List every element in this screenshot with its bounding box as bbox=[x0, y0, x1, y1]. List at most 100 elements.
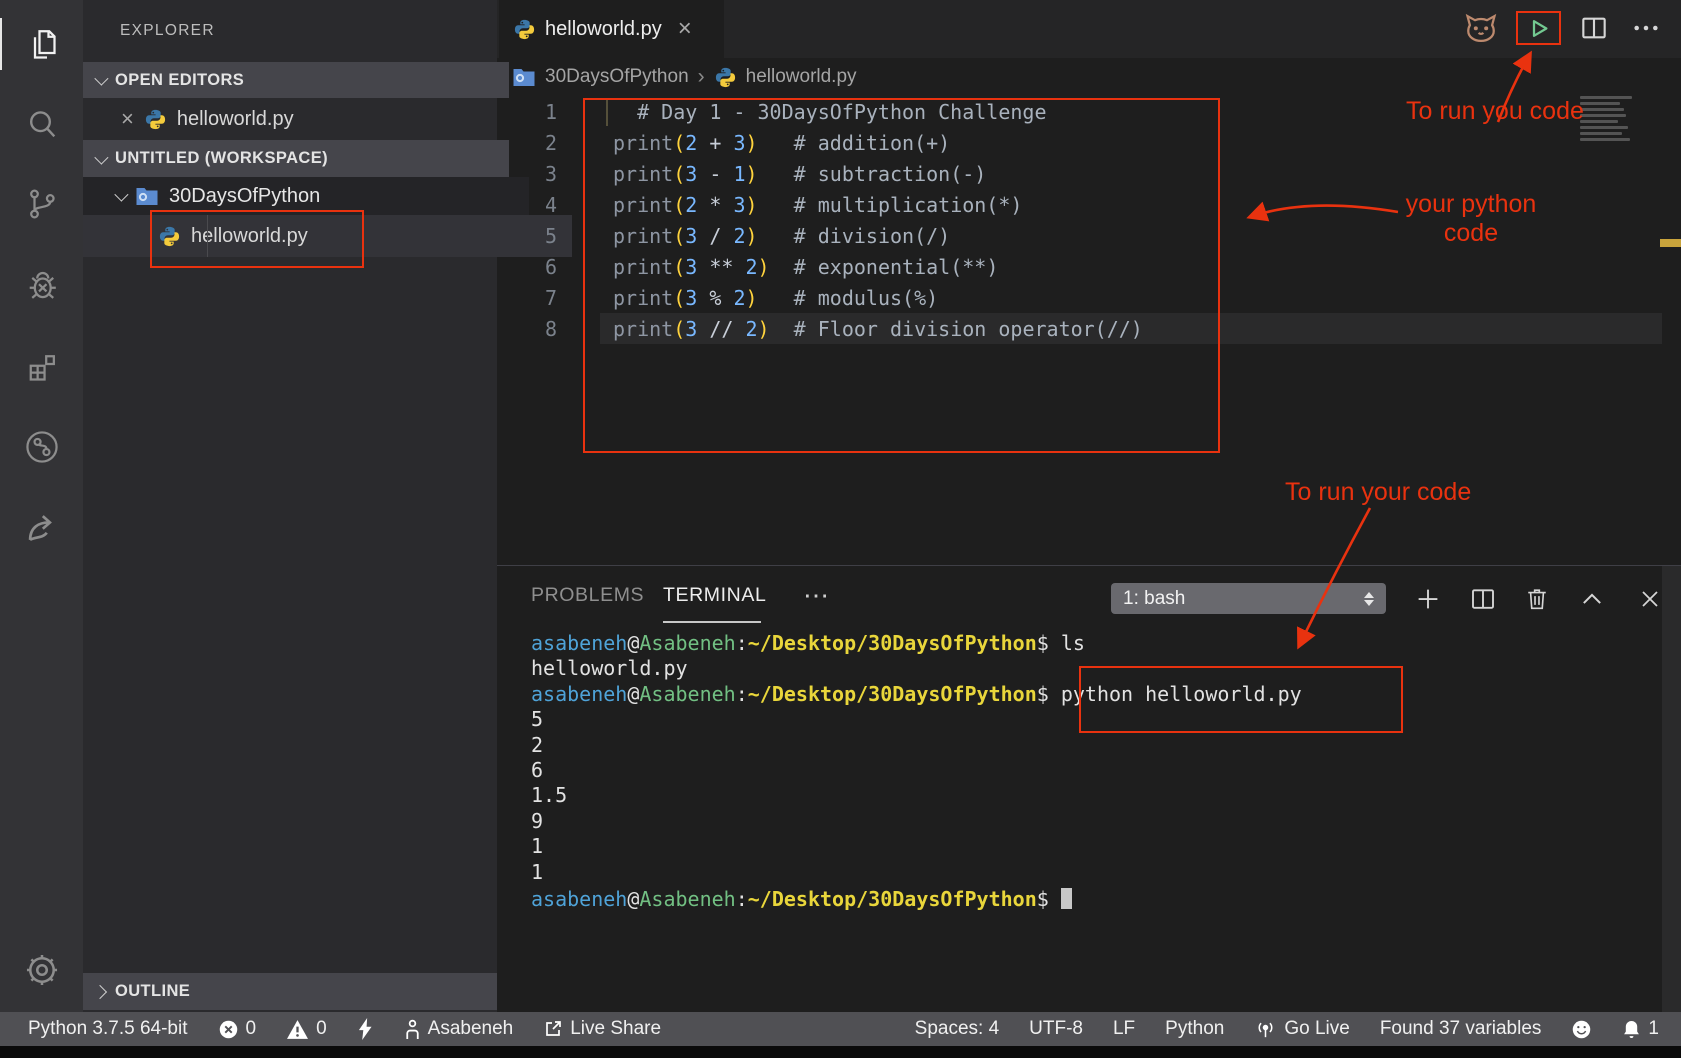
editor-tab-bar: helloworld.py × bbox=[497, 0, 1681, 58]
outline-section-header[interactable]: OUTLINE bbox=[83, 973, 509, 1010]
activity-bar bbox=[0, 0, 83, 1012]
code-line: print(3 // 2) # Floor division operator(… bbox=[613, 314, 1143, 345]
smiley-icon bbox=[1571, 1019, 1592, 1040]
tab-label: helloworld.py bbox=[545, 18, 662, 41]
minimap[interactable] bbox=[1580, 96, 1646, 144]
run-icon bbox=[1525, 15, 1552, 42]
status-item-smiley-icon[interactable] bbox=[1571, 1019, 1592, 1040]
split-editor-icon[interactable] bbox=[1574, 8, 1614, 48]
run-code-button[interactable] bbox=[1516, 11, 1561, 45]
annotation-run-bottom: To run your code bbox=[1285, 478, 1471, 507]
status-item[interactable]: UTF-8 bbox=[1029, 1018, 1083, 1040]
search-icon[interactable] bbox=[0, 98, 83, 150]
workspace-section-header[interactable]: UNTITLED (WORKSPACE) bbox=[83, 140, 509, 177]
status-item[interactable]: Spaces: 4 bbox=[915, 1018, 1000, 1040]
bell-icon bbox=[1622, 1019, 1641, 1040]
status-item[interactable]: Found 37 variables bbox=[1380, 1018, 1542, 1040]
status-item-label: UTF-8 bbox=[1029, 1018, 1083, 1040]
terminal-cursor bbox=[1061, 888, 1072, 909]
status-item-label: Go Live bbox=[1284, 1018, 1349, 1040]
status-bar-left: Python 3.7.5 64-bit 0 0 Asabeneh Live Share bbox=[28, 1018, 661, 1040]
python-icon bbox=[158, 225, 181, 248]
tree-indent-guide bbox=[207, 215, 208, 257]
status-item[interactable]: Python 3.7.5 64-bit bbox=[28, 1018, 188, 1040]
status-item[interactable]: Python bbox=[1165, 1018, 1224, 1040]
code-line: print(3 - 1) # subtraction(-) bbox=[613, 159, 1143, 190]
status-item[interactable]: LF bbox=[1113, 1018, 1135, 1040]
tab-problems[interactable]: PROBLEMS bbox=[531, 584, 644, 607]
close-tab-icon[interactable]: × bbox=[678, 17, 692, 41]
workspace-label: UNTITLED (WORKSPACE) bbox=[115, 149, 328, 168]
status-item-label: Asabeneh bbox=[428, 1018, 514, 1040]
status-item-label: LF bbox=[1113, 1018, 1135, 1040]
shell-selector[interactable]: 1: bash bbox=[1111, 583, 1386, 614]
tab-terminal[interactable]: TERMINAL bbox=[663, 584, 766, 607]
status-item-label: Live Share bbox=[570, 1018, 661, 1040]
tab-helloworld[interactable]: helloworld.py × bbox=[499, 0, 724, 58]
live-share-session-icon[interactable] bbox=[0, 421, 83, 473]
annotation-run-top: To run you code bbox=[1406, 97, 1584, 126]
chevron-down-icon bbox=[114, 188, 128, 202]
outline-label: OUTLINE bbox=[115, 982, 190, 1001]
folder-item-30daysofpython[interactable]: 30DaysOfPython bbox=[83, 177, 529, 215]
chevron-right-icon bbox=[93, 984, 107, 998]
extensions-icon[interactable] bbox=[0, 342, 83, 394]
breadcrumb: 30DaysOfPython › helloworld.py bbox=[497, 58, 1681, 96]
code-editor[interactable]: # Day 1 - 30DaysOfPython Challengeprint(… bbox=[613, 97, 1143, 345]
breadcrumb-folder[interactable]: 30DaysOfPython bbox=[545, 66, 689, 88]
panel-scrollbar[interactable] bbox=[1662, 566, 1681, 1012]
split-terminal-icon[interactable] bbox=[1466, 582, 1500, 616]
breadcrumb-file[interactable]: helloworld.py bbox=[746, 66, 857, 88]
terminal-panel: PROBLEMS TERMINAL ⋯ 1: bash asabeneh@Asa… bbox=[497, 565, 1681, 1012]
broadcast-icon bbox=[1254, 1018, 1277, 1041]
status-item-warning-triangle-icon[interactable]: 0 bbox=[286, 1018, 327, 1040]
share-icon[interactable] bbox=[0, 502, 83, 554]
folder-label: 30DaysOfPython bbox=[169, 185, 320, 208]
more-actions-icon[interactable] bbox=[1624, 8, 1668, 48]
open-editors-section-header[interactable]: OPEN EDITORS bbox=[83, 62, 509, 98]
status-item-label: Python bbox=[1165, 1018, 1224, 1040]
debug-icon[interactable] bbox=[0, 260, 83, 312]
line-numbers-gutter: 12345678 bbox=[497, 97, 557, 345]
settings-gear-icon[interactable] bbox=[0, 944, 83, 996]
active-tab-underline bbox=[663, 621, 761, 623]
files-icon[interactable] bbox=[0, 18, 85, 70]
terminal-prompt-line: asabeneh@Asabeneh:~/Desktop/30DaysOfPyth… bbox=[531, 631, 1302, 656]
status-item-bell-icon[interactable]: 1 bbox=[1622, 1018, 1659, 1040]
terminal-content[interactable]: asabeneh@Asabeneh:~/Desktop/30DaysOfPyth… bbox=[531, 631, 1302, 912]
kill-terminal-icon[interactable] bbox=[1520, 582, 1554, 616]
cat-icon[interactable] bbox=[1460, 8, 1502, 48]
status-item-live-share-icon[interactable]: Live Share bbox=[543, 1018, 661, 1040]
python-icon bbox=[144, 108, 167, 131]
code-line: print(3 % 2) # modulus(%) bbox=[613, 283, 1143, 314]
new-terminal-icon[interactable] bbox=[1411, 582, 1445, 616]
terminal-output-line: 1.5 bbox=[531, 783, 1302, 808]
overview-ruler-mark bbox=[1660, 239, 1681, 247]
status-item-lightning-icon[interactable] bbox=[357, 1018, 374, 1040]
terminal-output-line: 6 bbox=[531, 758, 1302, 783]
breadcrumb-separator: › bbox=[698, 65, 705, 89]
open-editor-item-helloworld[interactable]: × helloworld.py bbox=[83, 98, 535, 140]
status-item-error-circle-icon[interactable]: 0 bbox=[218, 1018, 257, 1040]
annotation-your-code: your python code bbox=[1390, 190, 1552, 248]
lightning-icon bbox=[357, 1018, 374, 1040]
status-bar: Python 3.7.5 64-bit00AsabenehLive Share … bbox=[0, 1012, 1681, 1046]
terminal-output-line: 1 bbox=[531, 834, 1302, 859]
source-control-icon[interactable] bbox=[0, 178, 83, 230]
status-item-label: 1 bbox=[1648, 1018, 1659, 1040]
panel-more-icon[interactable]: ⋯ bbox=[803, 580, 829, 611]
close-icon[interactable]: × bbox=[121, 108, 134, 130]
code-line: print(2 + 3) # addition(+) bbox=[613, 128, 1143, 159]
maximize-panel-icon[interactable] bbox=[1575, 582, 1609, 616]
terminal-output-line: 5 bbox=[531, 707, 1302, 732]
indent-guide bbox=[606, 100, 608, 126]
status-item-broadcast-icon[interactable]: Go Live bbox=[1254, 1018, 1349, 1041]
vscode-window: EXPLORER OPEN EDITORS × helloworld.py UN… bbox=[0, 0, 1681, 1058]
folder-icon bbox=[135, 185, 159, 207]
person-icon bbox=[404, 1019, 421, 1040]
explorer-sidebar: EXPLORER OPEN EDITORS × helloworld.py UN… bbox=[83, 0, 497, 1012]
warning-triangle-icon bbox=[286, 1019, 309, 1040]
status-item-person-icon[interactable]: Asabeneh bbox=[404, 1018, 514, 1040]
terminal-output-line: 1 bbox=[531, 860, 1302, 885]
code-line: print(3 / 2) # division(/) bbox=[613, 221, 1143, 252]
